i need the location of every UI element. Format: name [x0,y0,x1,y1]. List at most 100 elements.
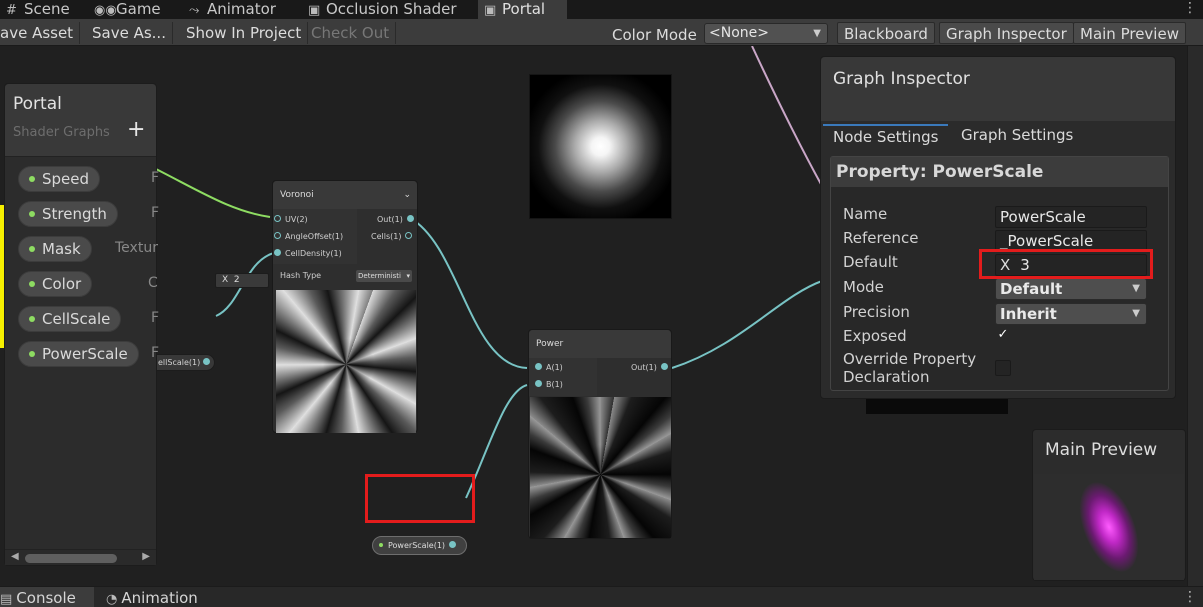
tab-graph-settings[interactable]: Graph Settings [951,124,1083,148]
animation-icon: ◔ [106,592,118,607]
port-cell-density[interactable]: CellDensity(1) [270,249,342,258]
color-mode-dropdown[interactable]: <None> ▼ [704,23,828,44]
shader-icon: ▣ [484,3,497,18]
window-tab-bar: # Scene ◉◉Game ⤳ Animator ▣ Occlusion Shade… [0,0,1203,19]
shader-icon: ▣ [308,3,321,18]
tab-animation[interactable]: ◔ Animation [100,587,204,607]
tab-portal[interactable]: ▣ Portal [478,0,567,19]
blackboard-header: Portal Shader Graphs + [5,84,156,157]
dropdown-arrow-icon: ▼ [1132,308,1140,319]
main-preview-title: Main Preview [1045,440,1158,460]
powerscale-property-node[interactable]: PowerScale(1) [372,536,467,555]
blackboard-toggle-button[interactable]: Blackboard [837,22,935,44]
property-mask[interactable]: Mask [18,236,92,262]
port-angle-offset[interactable]: AngleOffset(1) [270,232,343,241]
port-b[interactable]: B(1) [531,380,563,389]
more-options-icon[interactable]: ⋮ [1183,0,1197,16]
blackboard-horizontal-scrollbar[interactable]: ◀ ▶ [5,549,156,565]
tab-occlusion-shader[interactable]: ▣ Occlusion Shader [302,0,463,19]
port-out[interactable]: Out(1) [377,215,418,224]
name-field[interactable]: PowerScale [995,206,1147,228]
node-preview-gradient [529,74,672,219]
wire-power-out [671,280,823,369]
voronoi-node[interactable]: Voronoi ⌄ UV(2) AngleOffset(1) CellDensit… [272,180,418,433]
graph-inspector-header: Graph Inspector [821,57,1175,121]
property-type-powerscale: F [151,345,160,361]
blackboard-panel: Portal Shader Graphs + Speed F Strength … [4,83,160,566]
add-property-button[interactable]: + [127,117,145,142]
name-label: Name [843,205,888,223]
override-label-line2: Declaration [843,368,930,386]
default-label: Default [843,253,898,271]
blackboard-title: Portal [13,94,62,114]
reference-label: Reference [843,229,919,247]
dropdown-arrow-icon: ▼ [1132,283,1140,294]
collapse-chevron-icon[interactable]: ⌄ [403,181,411,209]
graph-toolbar: ave Asset Save As... Show In Project Che… [0,19,1203,46]
more-options-icon[interactable]: ⋮ [1183,589,1197,605]
hash-type-label: Hash Type [280,271,322,280]
mode-dropdown[interactable]: Default ▼ [995,278,1147,300]
property-title: Property: PowerScale [831,157,1168,187]
power-preview-image [530,397,671,538]
animator-icon: ⤳ [189,3,200,18]
property-color[interactable]: Color [18,271,93,297]
bottom-tab-bar: ▤ Console ◔ Animation ⋮ [0,586,1203,607]
graph-inspector-toggle-button[interactable]: Graph Inspector [939,22,1074,44]
main-preview-toggle-button[interactable]: Main Preview [1073,22,1186,44]
save-asset-button[interactable]: ave Asset [0,22,81,44]
dropdown-arrow-icon: ▼ [813,28,821,39]
override-label-line1: Override Property [843,350,977,368]
override-checkbox[interactable] [995,360,1011,376]
property-powerscale[interactable]: PowerScale [18,341,139,367]
property-type-strength: F [151,205,160,221]
hash-icon: # [6,3,17,18]
cellscale-property-node[interactable]: ellScale(1) [157,354,215,371]
exposed-checkbox[interactable]: ✓ [995,328,1011,344]
property-type-color: C [148,275,158,291]
right-edge-panel [1187,46,1203,586]
portal-swirl-preview [1068,474,1150,580]
voronoi-node-title: Voronoi ⌄ [273,181,417,209]
port-uv[interactable]: UV(2) [270,215,308,224]
port-power-out[interactable]: Out(1) [631,363,672,372]
wire-pink [751,46,823,187]
highlight-box-powerscale-node [365,474,475,523]
graph-inspector-panel: Graph Inspector Node Settings Graph Sett… [820,56,1176,399]
main-preview-panel: Main Preview [1032,429,1186,581]
port-a[interactable]: A(1) [531,363,563,372]
main-preview-image[interactable] [1034,474,1184,580]
graph-inspector-tabs: Node Settings Graph Settings [821,121,1175,148]
tab-console[interactable]: ▤ Console [0,587,94,607]
property-type-mask: Textur [115,240,158,256]
show-in-project-button[interactable]: Show In Project [180,22,309,44]
tab-scene[interactable]: # Scene [0,0,76,19]
power-node-title: Power [529,330,671,358]
scroll-left-icon[interactable]: ◀ [11,551,19,562]
color-mode-label: Color Mode [612,26,697,44]
property-strength[interactable]: Strength [18,201,118,227]
mode-label: Mode [843,278,884,296]
dropdown-arrow-icon: ▾ [406,272,410,280]
power-node[interactable]: Power A(1) B(1) Out(1) [528,329,672,539]
scroll-right-icon[interactable]: ▶ [142,551,150,562]
precision-dropdown[interactable]: Inherit ▼ [995,303,1147,325]
angle-offset-input-box[interactable]: X 2 [215,273,269,288]
port-cells[interactable]: Cells(1) [371,232,416,241]
gamepad-icon: ◉◉ [94,3,117,18]
wire-green [149,165,271,218]
graph-inspector-title: Graph Inspector [833,69,970,89]
save-as-button[interactable]: Save As... [86,22,173,44]
tab-node-settings[interactable]: Node Settings [823,124,949,148]
check-out-button[interactable]: Check Out [305,22,397,44]
scrollbar-thumb[interactable] [25,554,117,563]
precision-label: Precision [843,303,910,321]
property-cellscale[interactable]: CellScale [18,306,122,332]
voronoi-preview-image [276,290,416,433]
property-speed[interactable]: Speed [18,166,101,192]
wire-voronoi-to-power [409,217,528,369]
tab-animator[interactable]: ⤳ Animator [183,0,282,19]
hash-type-dropdown[interactable]: Deterministi ▾ [356,270,412,282]
console-icon: ▤ [0,592,13,607]
tab-game[interactable]: ◉◉Game [88,0,167,19]
